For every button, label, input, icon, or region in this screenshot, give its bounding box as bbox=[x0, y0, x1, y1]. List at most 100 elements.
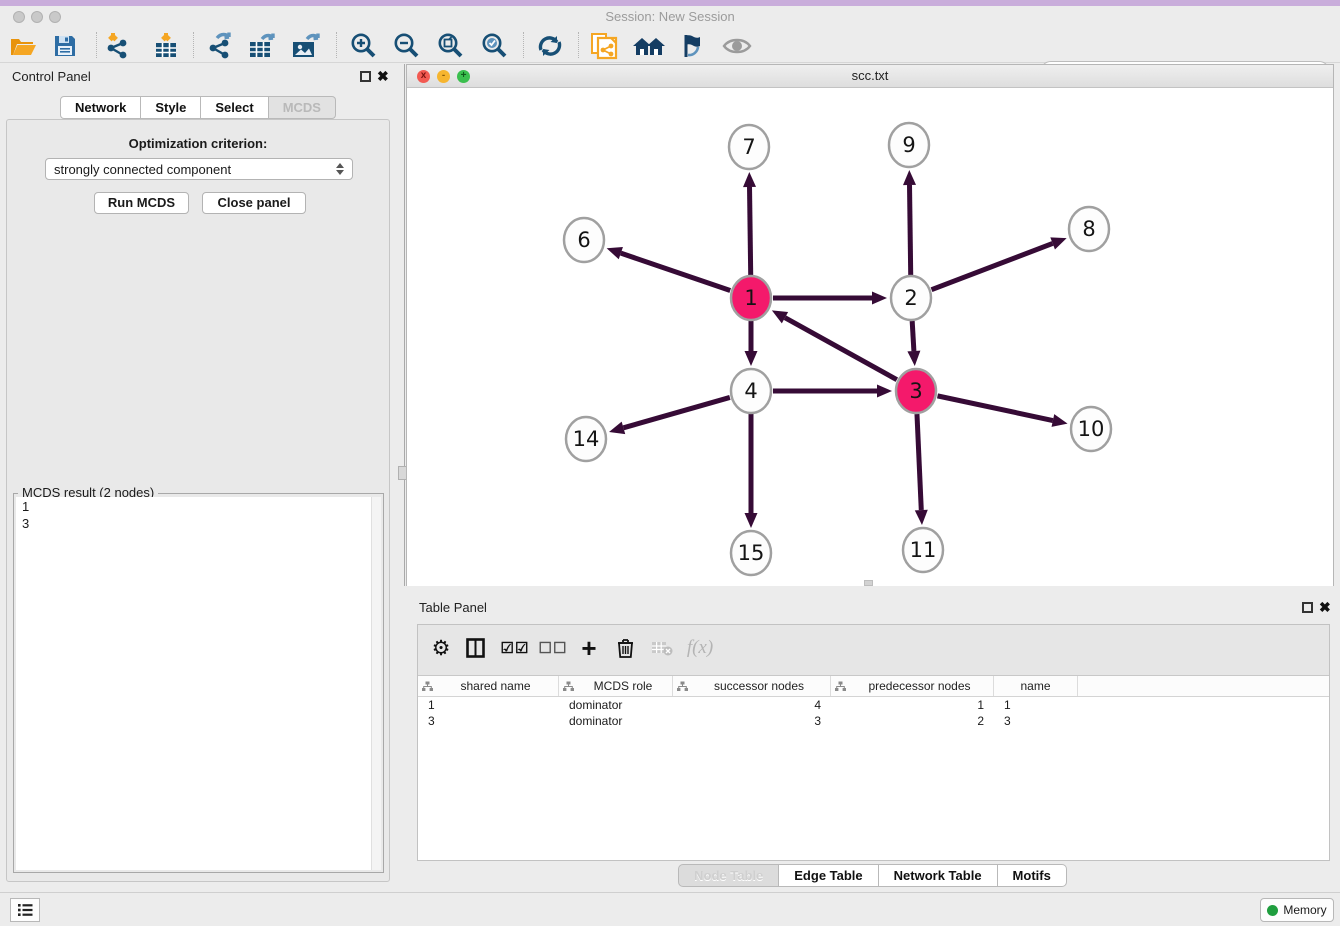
control-panel-header: Control Panel ✖ bbox=[0, 64, 396, 90]
deselect-all-icon[interactable]: ☐☐ bbox=[536, 634, 570, 662]
import-network-icon[interactable] bbox=[100, 31, 134, 61]
delete-table-icon[interactable] bbox=[646, 634, 678, 662]
table-settings-icon[interactable]: ⚙ bbox=[426, 634, 456, 662]
minimize-window-button[interactable] bbox=[31, 11, 43, 23]
zoom-out-icon[interactable] bbox=[389, 31, 423, 61]
network-close-icon[interactable]: x bbox=[417, 70, 430, 83]
close-panel-button[interactable]: Close panel bbox=[202, 192, 306, 214]
node-table[interactable]: shared nameMCDS rolesuccessor nodesprede… bbox=[418, 675, 1329, 860]
column-header-MCDS-role[interactable]: MCDS role bbox=[559, 676, 673, 696]
close-window-button[interactable] bbox=[13, 11, 25, 23]
task-history-button[interactable] bbox=[10, 898, 40, 922]
zoom-fit-icon[interactable] bbox=[433, 31, 467, 61]
float-panel-icon[interactable] bbox=[360, 71, 371, 82]
optimization-criterion-select[interactable]: strongly connected component bbox=[45, 158, 353, 180]
edge-3-to-10[interactable] bbox=[937, 396, 1052, 421]
table-row[interactable]: 1dominator411 bbox=[418, 697, 1329, 713]
tab-network-table[interactable]: Network Table bbox=[879, 864, 998, 887]
edge-4-to-14[interactable] bbox=[623, 397, 729, 427]
show-columns-icon[interactable] bbox=[460, 634, 490, 662]
cell-predecessor-nodes[interactable]: 1 bbox=[831, 697, 994, 713]
function-builder-icon[interactable]: f(x) bbox=[682, 634, 718, 662]
export-image-icon[interactable] bbox=[289, 31, 323, 61]
selected-criterion: strongly connected component bbox=[54, 162, 336, 177]
column-header-shared-name[interactable]: shared name bbox=[418, 676, 559, 696]
network-file-icon[interactable] bbox=[587, 31, 621, 61]
open-session-icon[interactable] bbox=[6, 31, 40, 61]
node-14[interactable]: 14 bbox=[566, 417, 606, 461]
save-session-icon[interactable] bbox=[48, 31, 82, 61]
import-table-icon[interactable] bbox=[149, 31, 183, 61]
node-2[interactable]: 2 bbox=[891, 276, 931, 320]
node-1[interactable]: 1 bbox=[731, 276, 771, 320]
cell-MCDS-role[interactable]: dominator bbox=[559, 713, 673, 729]
cell-shared-name[interactable]: 1 bbox=[418, 697, 559, 713]
edge-2-to-9[interactable] bbox=[910, 185, 911, 275]
node-label: 14 bbox=[573, 427, 600, 451]
node-label: 6 bbox=[577, 228, 590, 252]
panel-splitter[interactable] bbox=[402, 64, 405, 586]
tab-network[interactable]: Network bbox=[60, 96, 141, 119]
node-6[interactable]: 6 bbox=[564, 218, 604, 262]
run-mcds-button[interactable]: Run MCDS bbox=[94, 192, 189, 214]
table-row[interactable]: 3dominator323 bbox=[418, 713, 1329, 729]
delete-column-icon[interactable] bbox=[610, 634, 640, 662]
node-label: 2 bbox=[904, 286, 917, 310]
export-table-icon[interactable] bbox=[245, 31, 279, 61]
edge-1-to-6[interactable] bbox=[621, 253, 730, 290]
cell-predecessor-nodes[interactable]: 2 bbox=[831, 713, 994, 729]
cell-name[interactable]: 3 bbox=[994, 713, 1078, 729]
cell-name[interactable]: 1 bbox=[994, 697, 1078, 713]
column-header-name[interactable]: name bbox=[994, 676, 1078, 696]
tab-style[interactable]: Style bbox=[141, 96, 201, 119]
mcds-result-text[interactable]: 13 bbox=[16, 497, 381, 870]
cell-successor-nodes[interactable]: 3 bbox=[673, 713, 831, 729]
cell-MCDS-role[interactable]: dominator bbox=[559, 697, 673, 713]
edge-2-to-8[interactable] bbox=[932, 243, 1053, 289]
float-table-panel-icon[interactable] bbox=[1302, 602, 1313, 613]
column-header-successor-nodes[interactable]: successor nodes bbox=[673, 676, 831, 696]
mcds-result-line: 1 bbox=[22, 498, 375, 515]
node-15[interactable]: 15 bbox=[731, 531, 771, 575]
network-graph[interactable]: 7 9 6 8 1 2 4 3 14 10 15 11 bbox=[407, 89, 1333, 586]
column-header-predecessor-nodes[interactable]: predecessor nodes bbox=[831, 676, 994, 696]
memory-button[interactable]: Memory bbox=[1260, 898, 1334, 922]
zoom-selected-icon[interactable] bbox=[477, 31, 511, 61]
close-panel-icon[interactable]: ✖ bbox=[377, 71, 389, 82]
show-graphics-details-icon[interactable] bbox=[720, 31, 754, 61]
network-minimize-icon[interactable]: - bbox=[437, 70, 450, 83]
create-column-icon[interactable]: + bbox=[574, 634, 604, 662]
maximize-window-button[interactable] bbox=[49, 11, 61, 23]
node-9[interactable]: 9 bbox=[889, 123, 929, 167]
node-11[interactable]: 11 bbox=[903, 528, 943, 572]
cell-shared-name[interactable]: 3 bbox=[418, 713, 559, 729]
hide-graphics-details-icon[interactable] bbox=[675, 31, 709, 61]
edge-1-to-7[interactable] bbox=[750, 187, 751, 275]
close-table-panel-icon[interactable]: ✖ bbox=[1319, 602, 1331, 613]
home-icon[interactable] bbox=[632, 31, 666, 61]
tab-node-table[interactable]: Node Table bbox=[678, 864, 779, 887]
tab-edge-table[interactable]: Edge Table bbox=[779, 864, 878, 887]
export-network-icon[interactable] bbox=[202, 31, 236, 61]
edge-3-to-11[interactable] bbox=[917, 414, 921, 510]
tab-select[interactable]: Select bbox=[201, 96, 268, 119]
node-8[interactable]: 8 bbox=[1069, 207, 1109, 251]
toolbar-separator bbox=[96, 32, 97, 58]
zoom-in-icon[interactable] bbox=[346, 31, 380, 61]
mcds-result-scrollbar[interactable] bbox=[371, 497, 381, 870]
control-panel-title: Control Panel bbox=[12, 69, 91, 84]
edge-2-to-3[interactable] bbox=[912, 321, 914, 351]
cell-successor-nodes[interactable]: 4 bbox=[673, 697, 831, 713]
network-window-titlebar[interactable]: x - + scc.txt bbox=[407, 65, 1333, 88]
tab-motifs[interactable]: Motifs bbox=[998, 864, 1067, 887]
node-10[interactable]: 10 bbox=[1071, 407, 1111, 451]
tab-mcds[interactable]: MCDS bbox=[269, 96, 336, 119]
apply-layout-icon[interactable] bbox=[533, 31, 567, 61]
select-all-icon[interactable]: ☑☑ bbox=[498, 634, 532, 662]
network-maximize-icon[interactable]: + bbox=[457, 70, 470, 83]
node-3[interactable]: 3 bbox=[896, 369, 936, 413]
network-resize-grip[interactable] bbox=[864, 580, 873, 586]
node-7[interactable]: 7 bbox=[729, 125, 769, 169]
edge-3-to-1[interactable] bbox=[785, 318, 897, 380]
node-4[interactable]: 4 bbox=[731, 369, 771, 413]
